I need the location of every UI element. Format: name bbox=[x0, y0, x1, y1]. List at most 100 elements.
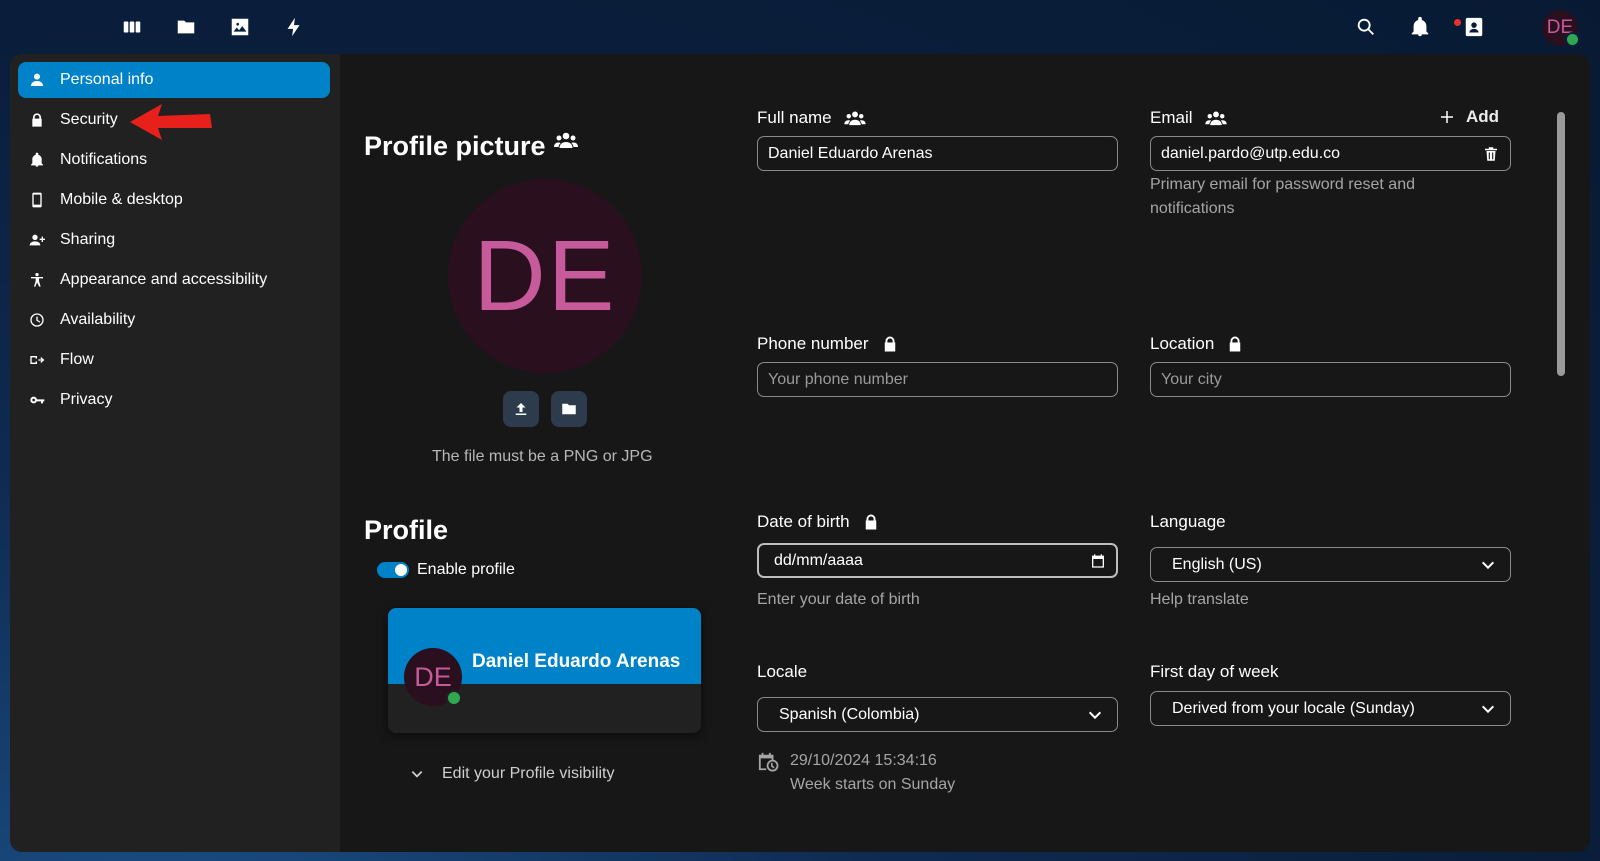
person-icon bbox=[28, 71, 46, 89]
chevron-down-icon bbox=[1481, 561, 1495, 570]
sidebar-item-personal-info[interactable]: Personal info bbox=[18, 62, 330, 98]
picture-format-hint: The file must be a PNG or JPG bbox=[432, 448, 653, 465]
sidebar-item-mobile-desktop[interactable]: Mobile & desktop bbox=[18, 182, 330, 218]
group-visibility-icon[interactable] bbox=[1204, 110, 1227, 126]
profile-picture-avatar: DE bbox=[448, 179, 642, 373]
content-scrollbar[interactable] bbox=[1557, 112, 1565, 376]
top-bar: DE bbox=[0, 0, 1600, 54]
activity-icon[interactable] bbox=[280, 13, 308, 41]
location-label: Location bbox=[1150, 334, 1244, 354]
first-day-label: First day of week bbox=[1150, 662, 1279, 681]
contacts-icon[interactable] bbox=[1460, 13, 1488, 41]
birthdate-label-text: Date of birth bbox=[757, 512, 850, 531]
clock-icon bbox=[28, 311, 46, 329]
sidebar-item-flow[interactable]: Flow bbox=[18, 342, 330, 378]
sidebar-item-label: Appearance and accessibility bbox=[60, 271, 268, 288]
fullname-label: Full name bbox=[757, 108, 866, 128]
language-value: English (US) bbox=[1172, 555, 1262, 573]
files-icon[interactable] bbox=[172, 13, 200, 41]
help-translate-link[interactable]: Help translate bbox=[1150, 588, 1249, 612]
chevron-down-icon bbox=[1088, 711, 1102, 720]
bell-icon bbox=[28, 151, 46, 169]
language-label: Language bbox=[1150, 512, 1226, 531]
annotation-arrow bbox=[130, 104, 212, 140]
calendar-icon[interactable] bbox=[1090, 553, 1106, 569]
locale-select[interactable]: Spanish (Colombia) bbox=[757, 697, 1118, 732]
locale-current-time: 29/10/2024 15:34:16 bbox=[790, 752, 937, 769]
language-select[interactable]: English (US) bbox=[1150, 547, 1511, 582]
group-visibility-icon[interactable] bbox=[554, 131, 578, 149]
profile-preview-card[interactable]: DE Daniel Eduardo Arenas bbox=[388, 608, 701, 733]
email-value: daniel.pardo@utp.edu.co bbox=[1161, 144, 1341, 162]
sidebar-item-label: Notifications bbox=[60, 151, 148, 168]
avatar-initials: DE bbox=[473, 219, 617, 332]
trash-icon[interactable] bbox=[1482, 145, 1500, 163]
phone-input[interactable]: Your phone number bbox=[757, 362, 1118, 397]
phone-label: Phone number bbox=[757, 334, 899, 354]
user-avatar[interactable]: DE bbox=[1542, 10, 1580, 47]
choose-from-files-button[interactable] bbox=[551, 391, 587, 427]
flow-icon bbox=[28, 351, 46, 369]
chevron-down-icon bbox=[411, 771, 423, 778]
profile-card-avatar: DE bbox=[404, 648, 462, 706]
card-avatar-initials: DE bbox=[414, 661, 452, 692]
lock-icon bbox=[28, 111, 46, 129]
sidebar-item-label: Personal info bbox=[60, 71, 154, 88]
lock-icon[interactable] bbox=[1226, 334, 1244, 354]
add-email-label: Add bbox=[1466, 107, 1500, 126]
profile-card-name: Daniel Eduardo Arenas bbox=[472, 651, 681, 672]
sidebar-item-privacy[interactable]: Privacy bbox=[18, 382, 330, 418]
first-day-value: Derived from your locale (Sunday) bbox=[1172, 699, 1415, 717]
group-visibility-icon[interactable] bbox=[843, 110, 866, 126]
sidebar-item-sharing[interactable]: Sharing bbox=[18, 222, 330, 258]
photos-icon[interactable] bbox=[226, 13, 254, 41]
email-label: Email bbox=[1150, 108, 1227, 128]
enable-profile-label: Enable profile bbox=[417, 561, 515, 578]
chevron-down-icon bbox=[1481, 705, 1495, 714]
birthdate-input[interactable]: dd/mm/aaaa bbox=[757, 543, 1118, 578]
sidebar-item-label: Flow bbox=[60, 351, 94, 368]
sidebar-item-notifications[interactable]: Notifications bbox=[18, 142, 330, 178]
sidebar-item-appearance[interactable]: Appearance and accessibility bbox=[18, 262, 330, 298]
edit-profile-visibility-toggle[interactable]: Edit your Profile visibility bbox=[410, 765, 615, 783]
locale-week-start: Week starts on Sunday bbox=[790, 776, 956, 793]
locale-value: Spanish (Colombia) bbox=[779, 705, 920, 723]
lock-icon[interactable] bbox=[862, 512, 880, 532]
sidebar-item-label: Security bbox=[60, 111, 118, 128]
accessibility-icon bbox=[28, 271, 46, 289]
sidebar-item-label: Availability bbox=[60, 311, 136, 328]
email-label-text: Email bbox=[1150, 108, 1193, 127]
email-hint: Primary email for password reset and not… bbox=[1150, 176, 1415, 217]
edit-profile-visibility-label: Edit your Profile visibility bbox=[442, 765, 615, 782]
folder-icon bbox=[562, 403, 576, 415]
first-day-select[interactable]: Derived from your locale (Sunday) bbox=[1150, 691, 1511, 726]
dashboard-icon[interactable] bbox=[118, 13, 146, 41]
email-input[interactable]: daniel.pardo@utp.edu.co bbox=[1150, 136, 1511, 171]
share-person-icon bbox=[28, 231, 46, 249]
sidebar-item-availability[interactable]: Availability bbox=[18, 302, 330, 338]
plus-icon bbox=[1441, 111, 1453, 123]
sidebar-item-label: Mobile & desktop bbox=[60, 191, 183, 208]
lock-icon[interactable] bbox=[881, 334, 899, 354]
birthdate-hint: Enter your date of birth bbox=[757, 591, 920, 608]
phone-label-text: Phone number bbox=[757, 334, 869, 353]
enable-profile-toggle[interactable] bbox=[377, 562, 409, 578]
fullname-label-text: Full name bbox=[757, 108, 832, 127]
fullname-input[interactable]: Daniel Eduardo Arenas bbox=[757, 136, 1118, 171]
sidebar-item-label: Privacy bbox=[60, 391, 113, 408]
upload-icon bbox=[515, 403, 527, 415]
profile-picture-title: Profile picture bbox=[364, 131, 578, 162]
phone-icon bbox=[28, 191, 46, 209]
toggle-knob bbox=[395, 564, 407, 576]
location-input[interactable]: Your city bbox=[1150, 362, 1511, 397]
birthdate-label: Date of birth bbox=[757, 512, 880, 532]
locale-label: Locale bbox=[757, 662, 808, 681]
add-email-button[interactable]: Add bbox=[1438, 107, 1499, 127]
notifications-icon[interactable] bbox=[1406, 13, 1434, 41]
settings-sidebar: Personal info Security Notifications Mob… bbox=[10, 54, 340, 852]
search-icon[interactable] bbox=[1352, 13, 1380, 41]
birthdate-value: dd/mm/aaaa bbox=[774, 551, 863, 569]
profile-title: Profile bbox=[364, 515, 449, 545]
upload-picture-button[interactable] bbox=[503, 391, 539, 427]
online-status-dot bbox=[446, 690, 462, 706]
